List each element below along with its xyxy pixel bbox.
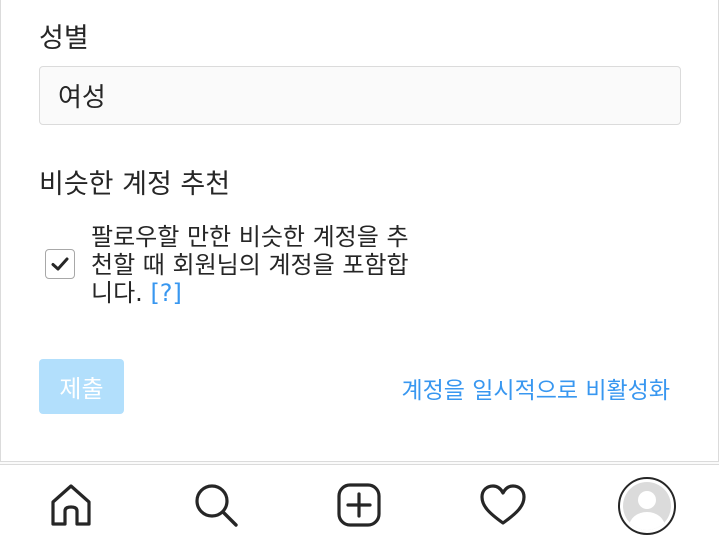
- checkmark-icon: [51, 257, 69, 271]
- gender-field[interactable]: [39, 66, 681, 125]
- add-post-icon: [337, 483, 381, 527]
- search-icon: [195, 484, 238, 527]
- submit-button[interactable]: 제출: [39, 359, 124, 414]
- help-link[interactable]: [?]: [150, 279, 181, 307]
- nav-home[interactable]: [45, 479, 97, 531]
- similar-accounts-text: 팔로우할 만한 비슷한 계정을 추천할 때 회원님의 계정을 포함합니다.: [91, 223, 409, 307]
- nav-search[interactable]: [190, 479, 242, 531]
- edit-profile-card: 성별 비슷한 계정 추천 팔로우할 만한 비슷한 계정을 추천할 때 회원님의 …: [0, 0, 719, 462]
- home-icon: [51, 484, 91, 526]
- nav-profile[interactable]: [618, 477, 676, 535]
- bottom-navigation: [0, 464, 719, 543]
- nav-activity[interactable]: [477, 479, 529, 531]
- nav-new-post[interactable]: [333, 479, 385, 531]
- avatar: [623, 482, 671, 530]
- profile-avatar-ring: [618, 477, 676, 535]
- similar-accounts-checkbox[interactable]: [45, 249, 75, 279]
- deactivate-account-link[interactable]: 계정을 일시적으로 비활성화: [401, 371, 670, 405]
- similar-accounts-label: 비슷한 계정 추천: [39, 169, 231, 200]
- heart-icon: [480, 484, 526, 525]
- similar-accounts-description: 팔로우할 만한 비슷한 계정을 추천할 때 회원님의 계정을 포함합니다. [?…: [91, 223, 421, 307]
- gender-label: 성별: [39, 23, 89, 54]
